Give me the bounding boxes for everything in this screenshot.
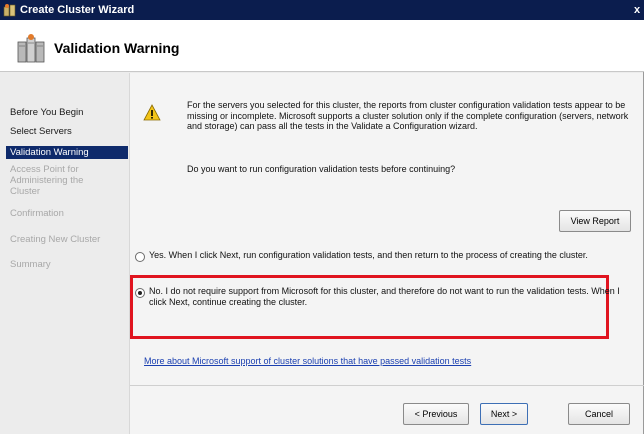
close-button[interactable]: x	[634, 2, 644, 18]
step-access-point: Access Point for Administering the Clust…	[10, 164, 84, 197]
option-yes-label[interactable]: Yes. When I click Next, run configuratio…	[149, 250, 627, 261]
view-report-button[interactable]: View Report	[559, 210, 631, 232]
footer-divider	[130, 385, 644, 386]
question-text: Do you want to run configuration validat…	[187, 164, 456, 174]
step-before-you-begin[interactable]: Before You Begin	[8, 107, 126, 118]
option-no-radio[interactable]	[135, 288, 145, 298]
option-yes-radio[interactable]	[135, 252, 145, 262]
content-pane: For the servers you selected for this cl…	[129, 73, 644, 434]
wizard-window: Create Cluster Wizard x Validation Warni…	[0, 0, 644, 434]
cluster-servers-icon	[17, 34, 45, 63]
wizard-header: Validation Warning	[0, 20, 644, 72]
step-select-servers[interactable]: Select Servers	[8, 126, 126, 137]
title-bar[interactable]: Create Cluster Wizard x	[0, 0, 644, 20]
next-button[interactable]: Next >	[480, 403, 528, 425]
steps-sidebar: Before You Begin Select Servers Validati…	[0, 73, 128, 434]
window-title: Create Cluster Wizard	[20, 4, 135, 16]
highlight-box	[130, 275, 609, 339]
cancel-button[interactable]: Cancel	[568, 403, 630, 425]
warning-message: For the servers you selected for this cl…	[187, 100, 629, 131]
cluster-wizard-icon	[3, 4, 16, 17]
step-confirmation: Confirmation	[10, 208, 64, 219]
step-summary: Summary	[10, 259, 51, 270]
warning-icon	[143, 104, 161, 121]
previous-button[interactable]: < Previous	[403, 403, 469, 425]
step-creating-new-cluster: Creating New Cluster	[10, 234, 101, 245]
support-link[interactable]: More about Microsoft support of cluster …	[144, 356, 471, 366]
option-no-label[interactable]: No. I do not require support from Micros…	[149, 286, 627, 307]
step-validation-warning[interactable]: Validation Warning	[6, 146, 128, 159]
page-title: Validation Warning	[54, 40, 180, 56]
